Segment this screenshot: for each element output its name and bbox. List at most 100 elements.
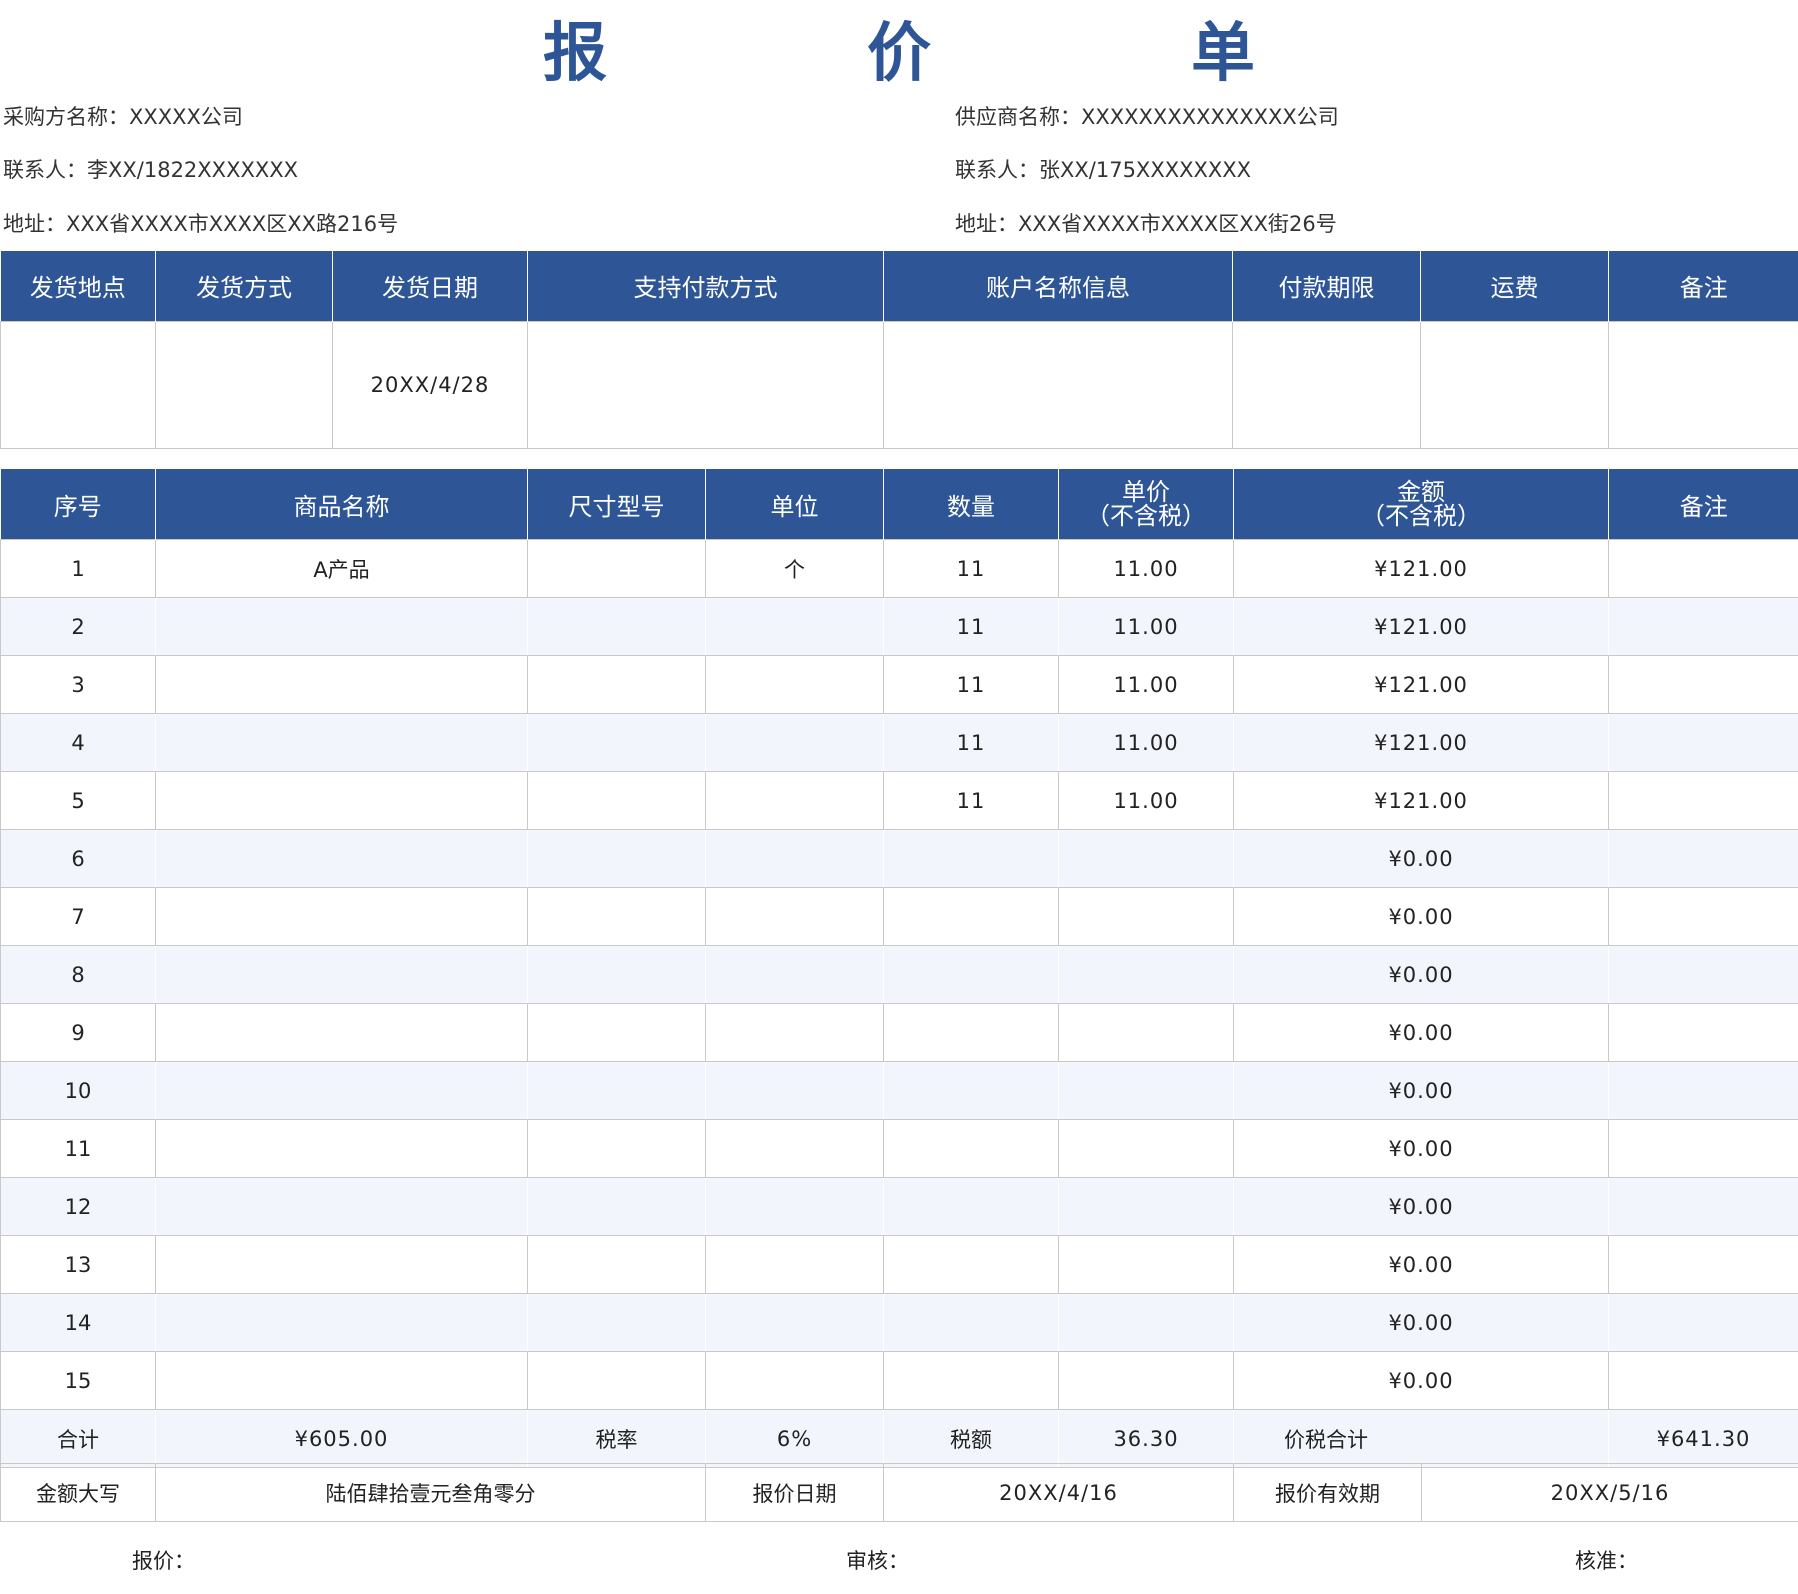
row-note[interactable] [1608,655,1798,714]
row-note[interactable] [1608,1177,1798,1236]
row-qty[interactable] [883,1235,1059,1294]
row-qty[interactable] [883,1003,1059,1062]
shipping-payment-term-cell[interactable] [1232,320,1421,449]
row-unit[interactable]: 个 [705,539,884,598]
row-size[interactable] [527,1119,706,1178]
row-unit[interactable] [705,713,884,772]
shipping-account-info-cell[interactable] [883,320,1233,449]
shipping-method-cell[interactable] [155,320,333,449]
row-unit[interactable] [705,1003,884,1062]
row-unit-price[interactable] [1058,945,1234,1004]
row-note[interactable] [1608,1235,1798,1294]
row-unit-price[interactable]: 11.00 [1058,597,1234,656]
shipping-location-cell[interactable] [0,320,156,449]
row-note[interactable] [1608,829,1798,888]
row-unit-price[interactable] [1058,1177,1234,1236]
row-qty[interactable] [883,1061,1059,1120]
row-size[interactable] [527,887,706,946]
row-unit-price[interactable]: 11.00 [1058,655,1234,714]
row-note[interactable] [1608,1351,1798,1410]
quote-date-value[interactable]: 20XX/4/16 [883,1463,1234,1522]
row-unit-price[interactable] [1058,1293,1234,1352]
row-note[interactable] [1608,1061,1798,1120]
row-unit[interactable] [705,655,884,714]
row-unit-price[interactable] [1058,1235,1234,1294]
row-unit[interactable] [705,1293,884,1352]
row-product-name[interactable] [155,1177,528,1236]
row-unit[interactable] [705,597,884,656]
row-unit[interactable] [705,887,884,946]
row-note[interactable] [1608,539,1798,598]
row-unit-price[interactable]: 11.00 [1058,771,1234,830]
row-unit[interactable] [705,945,884,1004]
row-product-name[interactable] [155,655,528,714]
validity-value[interactable]: 20XX/5/16 [1421,1463,1798,1522]
tax-rate-value[interactable]: 6% [705,1409,884,1468]
row-size[interactable] [527,1003,706,1062]
row-size[interactable] [527,655,706,714]
row-product-name[interactable] [155,597,528,656]
row-product-name[interactable]: A产品 [155,539,528,598]
row-size[interactable] [527,1061,706,1120]
row-size[interactable] [527,597,706,656]
row-product-name[interactable] [155,1119,528,1178]
row-size[interactable] [527,539,706,598]
row-size[interactable] [527,1351,706,1410]
row-note[interactable] [1608,887,1798,946]
row-qty[interactable]: 11 [883,713,1059,772]
row-qty[interactable] [883,1177,1059,1236]
row-unit-price[interactable] [1058,1003,1234,1062]
row-unit-price[interactable] [1058,1061,1234,1120]
row-product-name[interactable] [155,1351,528,1410]
row-unit[interactable] [705,771,884,830]
row-unit[interactable] [705,1119,884,1178]
row-unit-price[interactable]: 11.00 [1058,539,1234,598]
row-unit-price[interactable] [1058,829,1234,888]
shipping-date-cell[interactable]: 20XX/4/28 [332,320,528,449]
row-size[interactable] [527,1177,706,1236]
row-qty[interactable]: 11 [883,597,1059,656]
row-unit[interactable] [705,1061,884,1120]
row-qty[interactable] [883,887,1059,946]
row-note[interactable] [1608,1119,1798,1178]
row-size[interactable] [527,945,706,1004]
row-unit[interactable] [705,1351,884,1410]
row-qty[interactable] [883,1351,1059,1410]
row-size[interactable] [527,1235,706,1294]
row-qty[interactable]: 11 [883,655,1059,714]
row-size[interactable] [527,771,706,830]
row-qty[interactable]: 11 [883,539,1059,598]
row-size[interactable] [527,829,706,888]
row-note[interactable] [1608,597,1798,656]
row-product-name[interactable] [155,713,528,772]
row-product-name[interactable] [155,771,528,830]
shipping-freight-cell[interactable] [1420,320,1609,449]
row-product-name[interactable] [155,1293,528,1352]
row-unit-price[interactable] [1058,887,1234,946]
row-qty[interactable] [883,1293,1059,1352]
row-note[interactable] [1608,945,1798,1004]
row-unit-price[interactable] [1058,1119,1234,1178]
row-note[interactable] [1608,1293,1798,1352]
row-product-name[interactable] [155,1235,528,1294]
row-product-name[interactable] [155,1061,528,1120]
row-note[interactable] [1608,1003,1798,1062]
shipping-payment-method-cell[interactable] [527,320,884,449]
row-unit[interactable] [705,1235,884,1294]
row-note[interactable] [1608,771,1798,830]
row-product-name[interactable] [155,945,528,1004]
row-qty[interactable] [883,829,1059,888]
row-product-name[interactable] [155,1003,528,1062]
row-unit[interactable] [705,829,884,888]
row-unit[interactable] [705,1177,884,1236]
row-note[interactable] [1608,713,1798,772]
row-unit-price[interactable] [1058,1351,1234,1410]
row-qty[interactable]: 11 [883,771,1059,830]
row-size[interactable] [527,713,706,772]
row-qty[interactable] [883,945,1059,1004]
row-product-name[interactable] [155,887,528,946]
row-product-name[interactable] [155,829,528,888]
shipping-note-cell[interactable] [1608,320,1798,449]
row-size[interactable] [527,1293,706,1352]
row-qty[interactable] [883,1119,1059,1178]
